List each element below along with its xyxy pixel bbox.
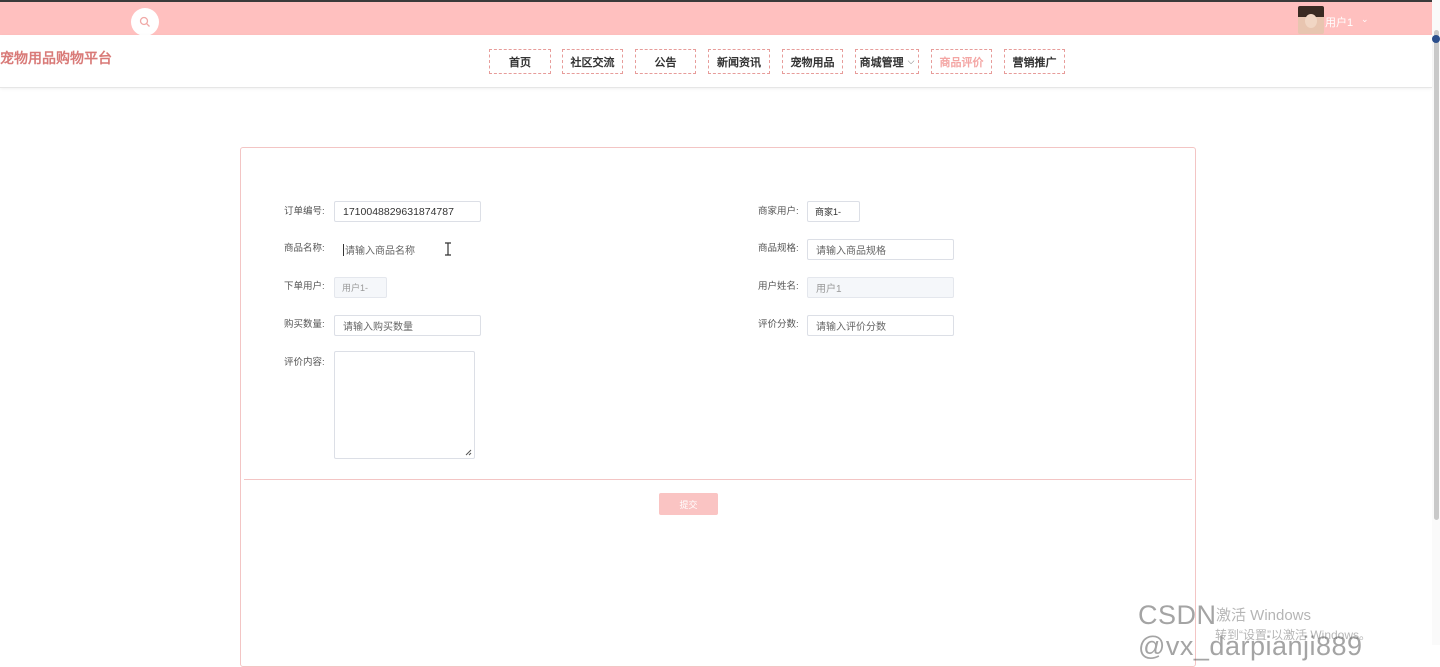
nav-label: 宠物用品 bbox=[790, 56, 835, 69]
csdn-watermark: CSDN @vx_darpianji889 bbox=[1138, 600, 1363, 661]
nav-label: 商品评价 bbox=[939, 56, 984, 69]
resize-handle-icon[interactable] bbox=[465, 449, 472, 456]
user-realname-input[interactable]: 用户1 bbox=[807, 277, 954, 298]
score-input[interactable]: 请输入评价分数 bbox=[807, 315, 954, 336]
submit-button[interactable]: 提交 bbox=[659, 493, 718, 515]
nav-label: 公告 bbox=[654, 56, 677, 69]
merchant-user-select[interactable]: 商家1- bbox=[807, 201, 860, 222]
nav-community[interactable]: 社区交流 bbox=[562, 49, 623, 74]
product-name-placeholder: 请输入商品名称 bbox=[345, 246, 415, 257]
nav-mall-management[interactable]: 商城管理 ⌵ bbox=[855, 49, 919, 74]
scrollbar-thumb[interactable] bbox=[1434, 30, 1439, 520]
scroll-indicator-icon bbox=[1432, 35, 1440, 43]
site-header: 宠物用品购物平台 首页 社区交流 公告 新闻资讯 宠物用品 商城管理 ⌵ 商品评… bbox=[0, 35, 1432, 88]
nav-label: 营销推广 bbox=[1012, 56, 1057, 69]
search-button[interactable] bbox=[131, 8, 159, 36]
quantity-label: 购买数量: bbox=[284, 319, 325, 330]
nav-label: 新闻资讯 bbox=[717, 56, 761, 69]
search-icon bbox=[139, 16, 150, 27]
nav-product-review[interactable]: 商品评价 bbox=[931, 49, 992, 74]
scrollbar[interactable] bbox=[1432, 0, 1440, 645]
nav-label: 商城管理 bbox=[859, 56, 904, 69]
nav-pet-supplies[interactable]: 宠物用品 bbox=[782, 49, 843, 74]
product-name-label: 商品名称: bbox=[284, 243, 325, 254]
score-label: 评价分数: bbox=[758, 319, 799, 330]
top-bar: 用户1 ⌄ bbox=[0, 0, 1432, 36]
chevron-down-icon[interactable]: ⌄ bbox=[1361, 14, 1369, 25]
text-cursor-icon bbox=[445, 242, 451, 256]
content-label: 评价内容: bbox=[284, 357, 325, 368]
nav-home[interactable]: 首页 bbox=[489, 49, 551, 74]
avatar[interactable] bbox=[1298, 6, 1324, 34]
nav-label: 社区交流 bbox=[570, 56, 615, 69]
order-user-label: 下单用户: bbox=[284, 281, 325, 292]
nav-announcement[interactable]: 公告 bbox=[635, 49, 696, 74]
user-realname-label: 用户姓名: bbox=[758, 281, 799, 292]
content-textarea[interactable] bbox=[334, 351, 475, 459]
order-no-input[interactable]: 1710048829631874787 bbox=[334, 201, 481, 222]
merchant-user-label: 商家用户: bbox=[758, 206, 799, 217]
product-name-input[interactable]: 请输入商品名称 bbox=[334, 239, 481, 260]
user-name[interactable]: 用户1 bbox=[1325, 14, 1353, 30]
nav-marketing[interactable]: 营销推广 bbox=[1004, 49, 1065, 74]
product-spec-label: 商品规格: bbox=[758, 243, 799, 254]
product-spec-input[interactable]: 请输入商品规格 bbox=[807, 239, 954, 260]
order-no-label: 订单编号: bbox=[284, 206, 325, 217]
site-brand[interactable]: 宠物用品购物平台 bbox=[0, 48, 112, 68]
quantity-input[interactable]: 请输入购买数量 bbox=[334, 315, 481, 336]
nav-news[interactable]: 新闻资讯 bbox=[708, 49, 770, 74]
order-user-select[interactable]: 用户1- bbox=[334, 277, 387, 298]
form-divider bbox=[244, 479, 1192, 480]
chevron-down-icon: ⌵ bbox=[907, 56, 915, 66]
nav-label: 首页 bbox=[509, 56, 531, 69]
text-cursor bbox=[343, 243, 344, 256]
